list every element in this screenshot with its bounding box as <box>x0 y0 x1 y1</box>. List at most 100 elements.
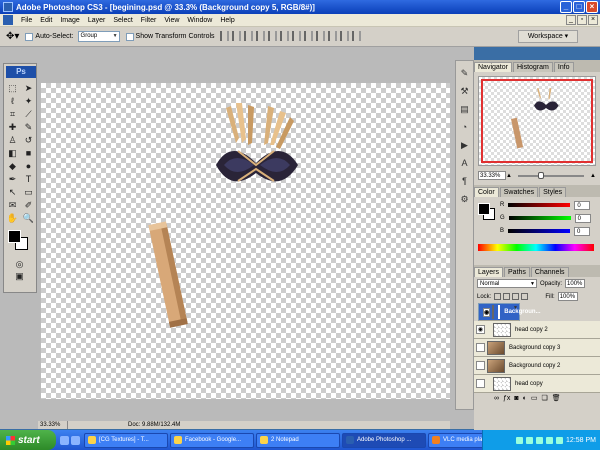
menu-window[interactable]: Window <box>183 17 216 24</box>
quick-launch-icon[interactable] <box>60 435 69 445</box>
quick-launch-icon[interactable] <box>71 435 80 445</box>
menu-layer[interactable]: Layer <box>84 17 110 24</box>
lock-pixels-icon[interactable] <box>503 293 511 300</box>
link-layers-icon[interactable]: ∞ <box>494 395 499 402</box>
marquee-tool-icon[interactable]: ⬚ <box>6 82 19 94</box>
zoom-out-icon[interactable]: ▲ <box>506 173 512 179</box>
distribute-right-button[interactable] <box>352 31 361 41</box>
blue-value[interactable]: 0 <box>574 226 591 236</box>
red-slider[interactable] <box>508 203 571 207</box>
dock-actions-icon[interactable]: ▶ <box>459 139 471 151</box>
foreground-color-swatch[interactable] <box>8 230 21 243</box>
transform-controls-checkbox[interactable] <box>125 32 134 41</box>
layer-row[interactable]: Background copy 3 <box>474 339 600 357</box>
history-brush-icon[interactable]: ↺ <box>22 134 35 146</box>
minimize-button[interactable]: _ <box>560 1 572 13</box>
clock[interactable]: 12:58 PM <box>566 437 596 444</box>
slice-tool-icon[interactable]: ⟋ <box>22 108 35 120</box>
menu-edit[interactable]: Edit <box>36 17 56 24</box>
new-group-icon[interactable]: ▭ <box>531 394 538 402</box>
type-tool-icon[interactable]: T <box>22 173 35 185</box>
dock-character-icon[interactable]: A <box>459 157 471 169</box>
tab-swatches[interactable]: Swatches <box>499 187 539 197</box>
opacity-field[interactable]: 100% <box>565 279 586 288</box>
dock-history-icon[interactable]: ◔ <box>459 121 471 133</box>
adjustment-layer-icon[interactable]: ◐ <box>523 395 527 402</box>
taskbar-item-notepad[interactable]: 2 Notepad <box>256 432 340 448</box>
menu-file[interactable]: File <box>17 17 36 24</box>
taskbar-item-cgtextures[interactable]: [CG Textures] - T... <box>84 432 168 448</box>
eye-icon[interactable] <box>476 379 485 388</box>
green-slider[interactable] <box>508 216 571 220</box>
menu-help[interactable]: Help <box>216 17 238 24</box>
align-left-button[interactable] <box>256 31 265 41</box>
align-bottom-button[interactable] <box>244 31 253 41</box>
dock-info-icon[interactable]: ⚙ <box>459 193 471 205</box>
auto-select-checkbox[interactable] <box>25 32 34 41</box>
eye-icon[interactable] <box>476 361 485 370</box>
tab-layers[interactable]: Layers <box>474 267 504 277</box>
navigator-zoom-field[interactable]: 33.33% <box>478 171 506 180</box>
align-vcenter-button[interactable] <box>232 31 241 41</box>
distribute-vcenter-button[interactable] <box>304 31 313 41</box>
crop-tool-icon[interactable]: ⌗ <box>6 108 19 120</box>
red-value[interactable]: 0 <box>574 200 591 210</box>
align-right-button[interactable] <box>280 31 289 41</box>
tab-color[interactable]: Color <box>474 187 499 197</box>
clone-stamp-icon[interactable]: ♙ <box>6 134 19 146</box>
start-button[interactable]: start <box>0 430 56 450</box>
add-mask-icon[interactable]: ◙ <box>514 395 518 402</box>
menu-select[interactable]: Select <box>109 17 136 24</box>
gradient-tool-icon[interactable]: ■ <box>22 147 35 159</box>
magic-wand-icon[interactable]: ✦ <box>22 95 35 107</box>
menu-image[interactable]: Image <box>56 17 83 24</box>
color-spectrum[interactable] <box>478 244 594 251</box>
align-hcenter-button[interactable] <box>268 31 277 41</box>
document-canvas[interactable] <box>41 83 450 399</box>
blue-slider[interactable] <box>508 229 571 233</box>
distribute-left-button[interactable] <box>328 31 337 41</box>
menu-view[interactable]: View <box>160 17 183 24</box>
close-button[interactable]: × <box>586 1 598 13</box>
eye-icon[interactable]: ◉ <box>483 307 491 317</box>
zoom-tool-icon[interactable]: 🔍 <box>22 212 35 224</box>
layer-mask-thumbnail[interactable] <box>498 305 501 319</box>
lock-position-icon[interactable] <box>512 293 520 300</box>
dock-tool-presets-icon[interactable]: ⚒ <box>459 85 471 97</box>
lock-transparency-icon[interactable] <box>494 293 502 300</box>
new-layer-icon[interactable]: ❏ <box>542 394 548 402</box>
menu-filter[interactable]: Filter <box>137 17 161 24</box>
delete-layer-icon[interactable]: 🗑 <box>552 394 561 402</box>
move-tool-icon[interactable]: ➤ <box>22 82 35 94</box>
quick-mask-icon[interactable]: ◎ <box>13 258 26 270</box>
layer-row[interactable]: ◉ head copy 2 <box>474 321 600 339</box>
tab-paths[interactable]: Paths <box>504 267 530 277</box>
tray-icon[interactable] <box>536 436 544 444</box>
lasso-tool-icon[interactable]: ℓ <box>6 95 19 107</box>
doc-restore-button[interactable]: ▫ <box>577 15 587 25</box>
taskbar-item-photoshop[interactable]: Adobe Photoshop ... <box>342 432 426 448</box>
navigator-zoom-slider[interactable] <box>517 171 585 179</box>
tab-channels[interactable]: Channels <box>530 267 569 277</box>
status-zoom[interactable]: 33.33% <box>38 421 68 429</box>
zoom-in-icon[interactable]: ▲ <box>590 173 596 179</box>
notes-tool-icon[interactable]: ✉ <box>6 199 19 211</box>
healing-brush-icon[interactable]: ✚ <box>6 121 19 133</box>
document-icon[interactable] <box>3 15 13 25</box>
tray-icon[interactable] <box>516 436 524 444</box>
green-value[interactable]: 0 <box>574 213 591 223</box>
blur-tool-icon[interactable]: ◆ <box>6 160 19 172</box>
dock-paragraph-icon[interactable]: ¶ <box>459 175 471 187</box>
taskbar-item-facebook[interactable]: Facebook - Google... <box>170 432 254 448</box>
tab-info[interactable]: Info <box>553 62 574 72</box>
dodge-tool-icon[interactable]: ● <box>22 160 35 172</box>
tab-styles[interactable]: Styles <box>539 187 567 197</box>
fill-field[interactable]: 100% <box>557 292 578 301</box>
workspace-button[interactable]: Workspace ▾ <box>518 30 578 43</box>
eye-icon[interactable]: ◉ <box>476 325 485 334</box>
path-select-icon[interactable]: ↖ <box>6 186 19 198</box>
layer-row[interactable]: head copy <box>474 375 600 393</box>
layer-row[interactable]: ◉ Backgroun... <box>478 303 541 321</box>
distribute-hcenter-button[interactable] <box>340 31 349 41</box>
auto-select-dropdown[interactable]: Group <box>77 31 120 42</box>
